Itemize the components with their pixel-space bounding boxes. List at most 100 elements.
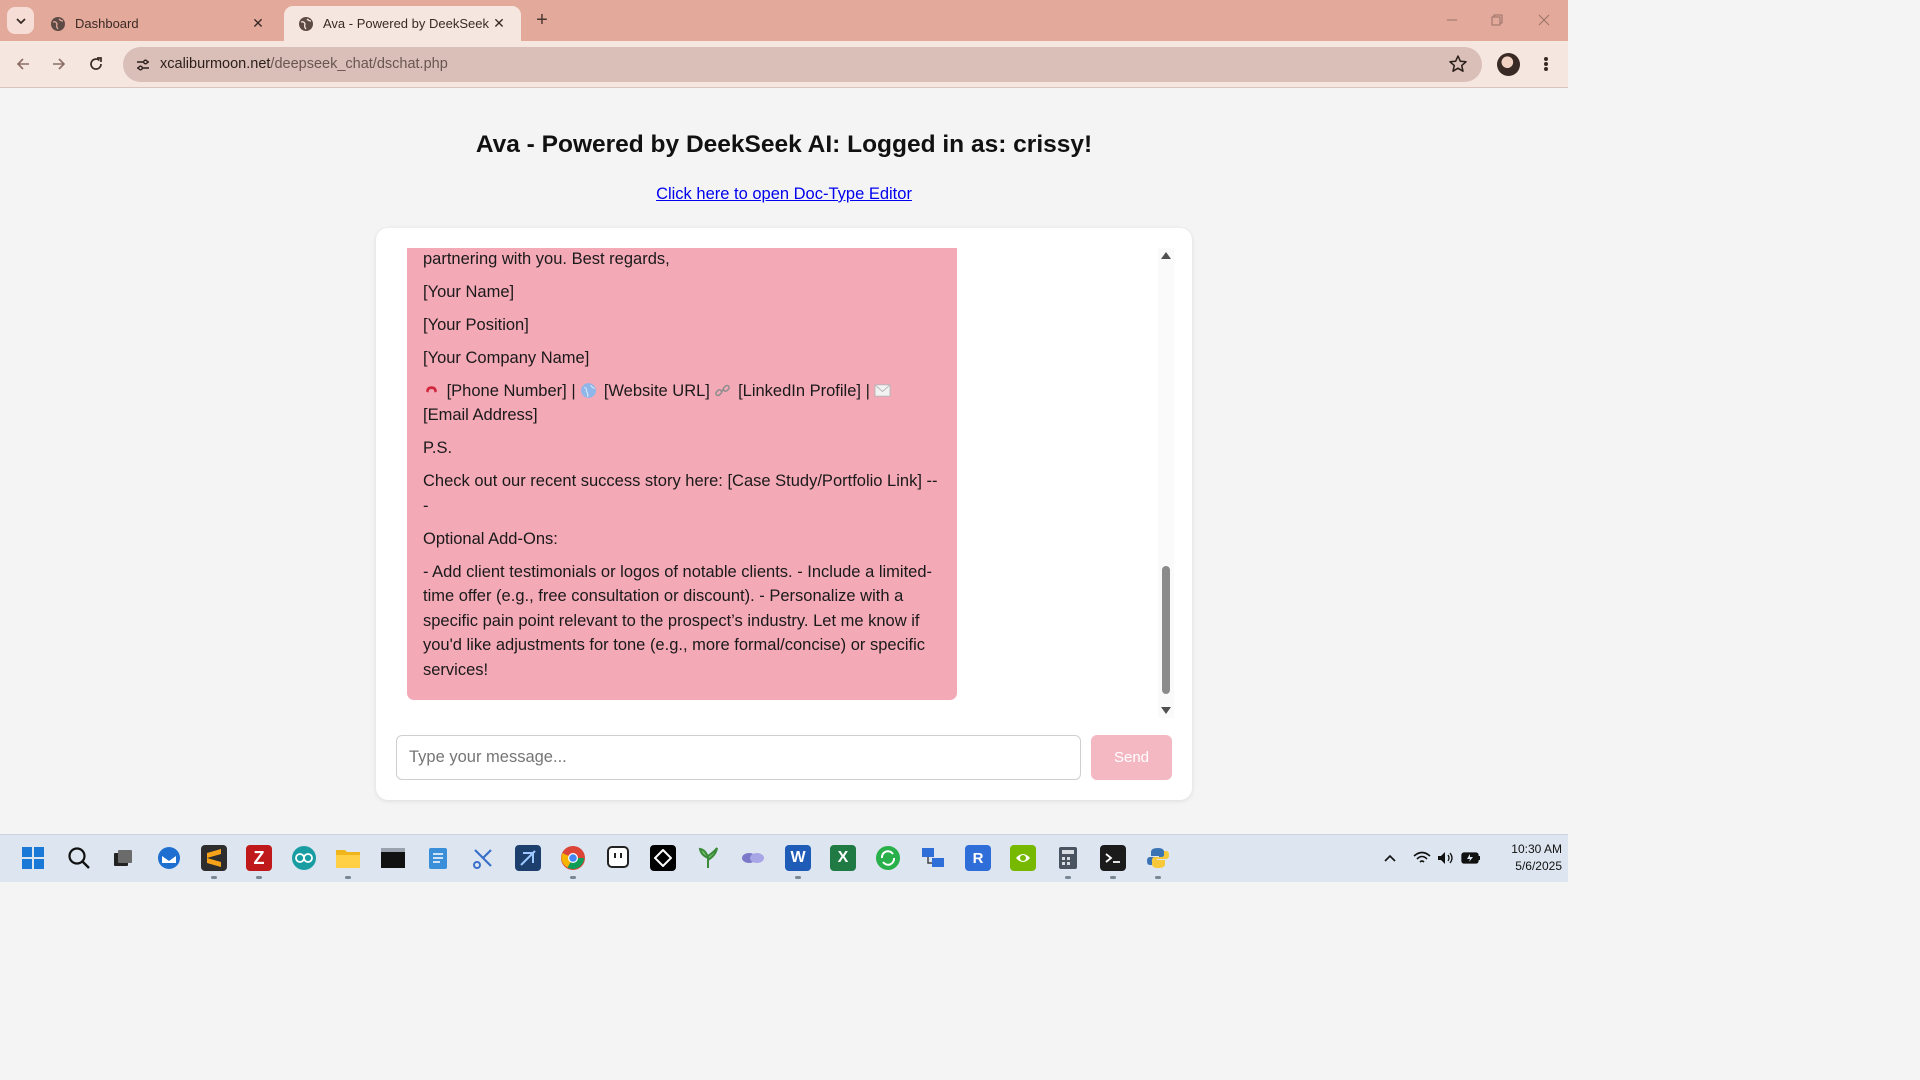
contact-email: [Email Address]: [423, 406, 538, 424]
taskbar-app-notepad[interactable]: [425, 845, 451, 871]
taskbar-app-snipping[interactable]: [470, 845, 496, 871]
message-paragraph: [Your Company Name]: [423, 348, 590, 367]
taskbar-app-network-tool[interactable]: [920, 845, 946, 871]
volume-status[interactable]: [1436, 848, 1456, 868]
reload-button[interactable]: [84, 52, 108, 76]
site-info-button[interactable]: [131, 53, 155, 77]
tray-overflow-button[interactable]: [1380, 848, 1400, 868]
speaker-icon: [1438, 852, 1453, 864]
minimize-icon: [1447, 19, 1457, 21]
wifi-status[interactable]: [1412, 848, 1432, 868]
message-paragraph: [Your Position]: [423, 315, 529, 334]
globe-icon: [581, 382, 597, 398]
close-icon[interactable]: ✕: [491, 15, 507, 32]
chrome-icon: [561, 846, 585, 870]
send-button[interactable]: Send: [1091, 735, 1172, 780]
taskbar-app-plant[interactable]: [695, 845, 721, 871]
running-indicator: [1155, 876, 1161, 879]
task-view-icon: [114, 850, 132, 866]
address-bar[interactable]: xcaliburmoon.net/deepseek_chat/dschat.ph…: [123, 47, 1482, 82]
taskbar-app-arduino[interactable]: [291, 845, 317, 871]
taskbar-app-terminal[interactable]: [1100, 845, 1126, 871]
doc-editor-link[interactable]: Click here to open Doc-Type Editor: [656, 185, 912, 203]
tab-ava[interactable]: Ava - Powered by DeekSeek ✕: [284, 6, 521, 41]
scroll-up-arrow-icon[interactable]: [1161, 252, 1171, 259]
message-paragraph: Check out our recent success story here:…: [423, 472, 938, 515]
scroll-down-arrow-icon[interactable]: [1161, 707, 1171, 714]
battery-icon: [1461, 852, 1480, 864]
sublime-text-icon: [207, 849, 221, 867]
taskbar-app-calculator[interactable]: [1055, 845, 1081, 871]
restore-button[interactable]: [1484, 8, 1510, 32]
tab-search-button[interactable]: [7, 7, 34, 34]
clock-date: 5/6/2025: [1515, 859, 1562, 873]
taskbar-app-designer[interactable]: [515, 845, 541, 871]
taskbar-app-word[interactable]: W: [785, 845, 811, 871]
chat-log[interactable]: [Schedule a Meeting Link] or reply to th…: [376, 248, 1176, 718]
system-clock[interactable]: 10:30 AM 5/6/2025: [1484, 841, 1562, 875]
notepad-icon: [429, 848, 447, 869]
thunderbird-icon: [158, 847, 180, 869]
back-button[interactable]: [11, 52, 35, 76]
bookmark-star-icon[interactable]: [1448, 54, 1468, 74]
browser-tabstrip: Dashboard ✕ Ava - Powered by DeekSeek ✕ …: [0, 0, 1568, 41]
running-indicator: [570, 876, 576, 879]
tune-icon: [137, 59, 149, 71]
taskbar-app-sync[interactable]: [875, 845, 901, 871]
folder-icon: [336, 850, 360, 868]
close-icon[interactable]: ✕: [250, 15, 266, 32]
kebab-dot: [1544, 56, 1548, 61]
tab-dashboard[interactable]: Dashboard ✕: [36, 6, 280, 41]
taskbar-app-excel[interactable]: X: [830, 845, 856, 871]
chevron-down-icon: [15, 17, 26, 24]
console-icon: [381, 848, 405, 868]
message-input[interactable]: [396, 735, 1081, 780]
battery-status[interactable]: [1461, 848, 1481, 868]
plant-icon: [698, 847, 718, 868]
browser-menu-button[interactable]: [1536, 53, 1556, 75]
taskbar-app-remote[interactable]: R: [965, 845, 991, 871]
arduino-icon: [292, 846, 316, 870]
start-button[interactable]: [20, 845, 46, 871]
message-paragraph: [Your Name]: [423, 282, 515, 301]
tab-title: Dashboard: [75, 16, 139, 31]
search-button[interactable]: [66, 845, 92, 871]
phone-icon: [426, 385, 437, 393]
taskbar-app-twitch[interactable]: [605, 845, 631, 871]
chat-container: [Schedule a Meeting Link] or reply to th…: [376, 228, 1192, 800]
url-text[interactable]: xcaliburmoon.net/deepseek_chat/dschat.ph…: [160, 56, 448, 72]
envelope-icon: [874, 383, 891, 397]
word-icon: W: [790, 849, 806, 866]
running-indicator: [211, 876, 217, 879]
forward-button[interactable]: [47, 52, 71, 76]
taskbar-app-chrome[interactable]: [560, 845, 586, 871]
taskbar-app-python[interactable]: [1145, 845, 1171, 871]
globe-icon: [51, 16, 65, 31]
chat-scrollbar[interactable]: [1158, 248, 1174, 718]
excel-icon: X: [837, 849, 849, 866]
search-icon: [68, 847, 90, 869]
page-title: Ava - Powered by DeekSeek AI: Logged in …: [475, 131, 1093, 158]
taskbar-app-cursor[interactable]: [650, 845, 676, 871]
taskbar-app-thunderbird[interactable]: [156, 845, 182, 871]
scrollbar-thumb[interactable]: [1162, 566, 1170, 694]
close-window-button[interactable]: [1531, 8, 1557, 32]
taskbar: Z W X R 10:30 AM 5/6/2025: [0, 834, 1568, 882]
url-domain: xcaliburmoon.net: [160, 56, 271, 72]
taskbar-app-file-explorer[interactable]: [335, 845, 361, 871]
task-view-button[interactable]: [110, 845, 136, 871]
arrow-right-icon: [53, 58, 66, 70]
taskbar-app-copilot[interactable]: [740, 845, 766, 871]
python-icon: [1147, 848, 1169, 868]
taskbar-app-nvidia[interactable]: [1010, 845, 1036, 871]
close-icon: [1538, 14, 1550, 26]
new-tab-button[interactable]: +: [530, 8, 554, 32]
minimize-button[interactable]: [1439, 8, 1465, 32]
profile-avatar[interactable]: [1497, 53, 1520, 76]
contact-phone: [Phone Number] |: [446, 381, 576, 400]
plus-icon: +: [536, 8, 548, 31]
taskbar-app-terminal-legacy[interactable]: [380, 845, 406, 871]
taskbar-app-sublime[interactable]: [201, 845, 227, 871]
copilot-icon: [742, 853, 764, 863]
taskbar-app-filezilla[interactable]: Z: [246, 845, 272, 871]
